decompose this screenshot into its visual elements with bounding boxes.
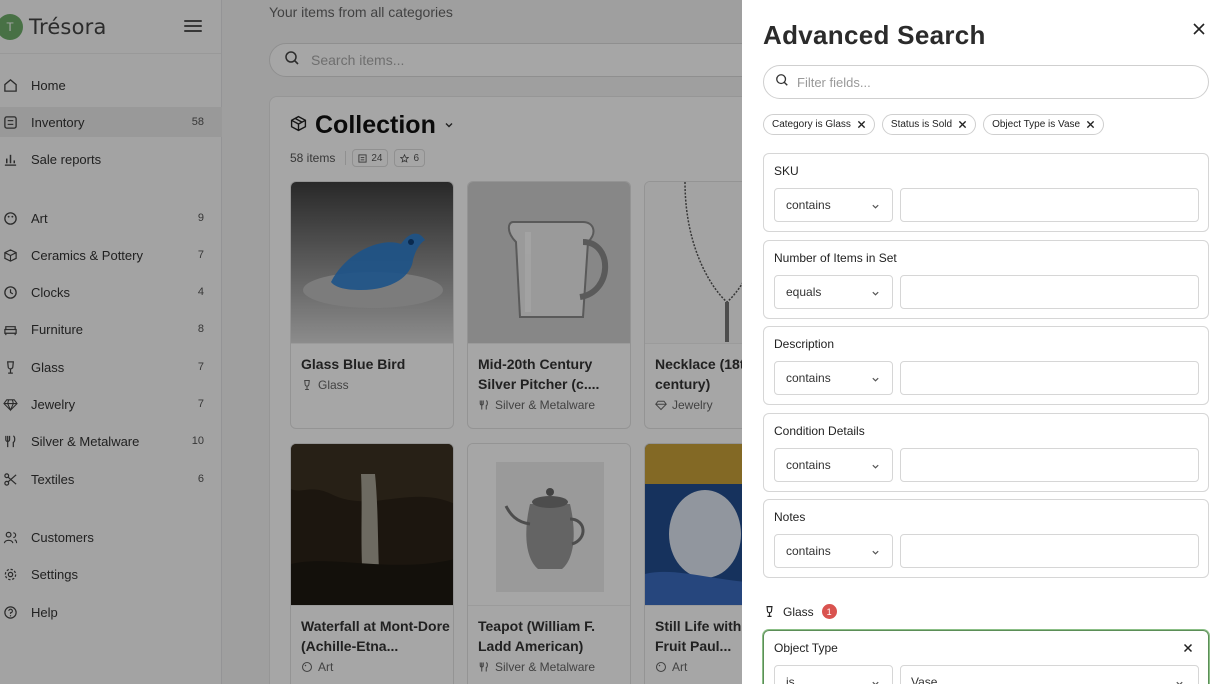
glass-section-header[interactable]: Glass 1 (763, 604, 837, 619)
active-filter-tags: Category is Glass Status is Sold Object … (763, 114, 1111, 135)
chevron-down-icon (872, 204, 879, 209)
search-icon (775, 73, 789, 92)
section-count-badge: 1 (821, 604, 837, 619)
operator-select[interactable]: equals (774, 275, 893, 309)
chevron-down-icon (872, 377, 879, 382)
drawer-title: Advanced Search (763, 20, 986, 50)
filter-tag[interactable]: Status is Sold (881, 114, 977, 135)
chevron-down-icon (872, 550, 879, 555)
value-select-text: Vase (911, 675, 938, 684)
value-field[interactable] (901, 535, 1198, 567)
section-label: Glass (783, 604, 814, 619)
remove-tag-icon[interactable] (857, 120, 866, 129)
operator-value: is (786, 675, 795, 684)
advanced-search-drawer: Advanced Search Category is Glass Status… (742, 0, 1220, 684)
close-icon[interactable] (1192, 22, 1206, 36)
value-input[interactable] (900, 188, 1199, 222)
chevron-down-icon (872, 464, 879, 469)
value-field[interactable] (901, 276, 1198, 308)
operator-value: contains (786, 371, 831, 385)
chevron-down-icon (872, 291, 879, 296)
filter-tag[interactable]: Category is Glass (763, 114, 875, 135)
operator-select[interactable]: contains (774, 534, 893, 568)
filter-tag-label: Status is Sold (890, 119, 953, 130)
value-field[interactable] (901, 362, 1198, 394)
filter-tag-label: Object Type is Vase (992, 119, 1081, 130)
operator-select[interactable]: contains (774, 361, 893, 395)
field-filter-items-in-set: Number of Items in Set equals (763, 240, 1209, 319)
operator-select[interactable]: contains (774, 448, 893, 482)
value-field[interactable] (901, 189, 1198, 221)
value-select[interactable]: Vase (900, 665, 1199, 684)
filter-tag-label: Category is Glass (772, 119, 851, 130)
field-filter-description: Description contains (763, 326, 1209, 405)
field-label: Condition Details (774, 424, 865, 438)
field-filter-sku: SKU contains (763, 153, 1209, 232)
modal-backdrop[interactable] (0, 0, 742, 684)
filter-tag[interactable]: Object Type is Vase (983, 114, 1105, 135)
wineglass-icon (766, 606, 773, 617)
chevron-down-icon (1176, 681, 1183, 684)
remove-tag-icon[interactable] (1086, 120, 1095, 129)
operator-value: contains (786, 458, 831, 472)
operator-value: contains (786, 544, 831, 558)
operator-value: equals (786, 285, 822, 299)
field-filter-notes: Notes contains (763, 499, 1209, 578)
value-input[interactable] (900, 448, 1199, 482)
value-input[interactable] (900, 534, 1199, 568)
remove-tag-icon[interactable] (958, 120, 967, 129)
field-label: Number of Items in Set (774, 251, 897, 265)
field-label: Object Type (774, 641, 838, 655)
field-filter-condition-details: Condition Details contains (763, 413, 1209, 492)
field-label: Notes (774, 510, 806, 524)
field-filter-object-type: Object Type is Vase (763, 630, 1209, 684)
filter-fields-input[interactable] (763, 65, 1209, 99)
value-field[interactable] (901, 449, 1198, 481)
chevron-down-icon (872, 681, 879, 684)
filter-fields-field[interactable] (797, 74, 1177, 90)
field-label: Description (774, 337, 835, 351)
value-input[interactable] (900, 361, 1199, 395)
value-input[interactable] (900, 275, 1199, 309)
operator-select[interactable]: contains (774, 188, 893, 222)
close-icon[interactable] (1183, 643, 1193, 653)
field-label: SKU (774, 164, 799, 178)
operator-select[interactable]: is (774, 665, 893, 684)
operator-value: contains (786, 198, 831, 212)
